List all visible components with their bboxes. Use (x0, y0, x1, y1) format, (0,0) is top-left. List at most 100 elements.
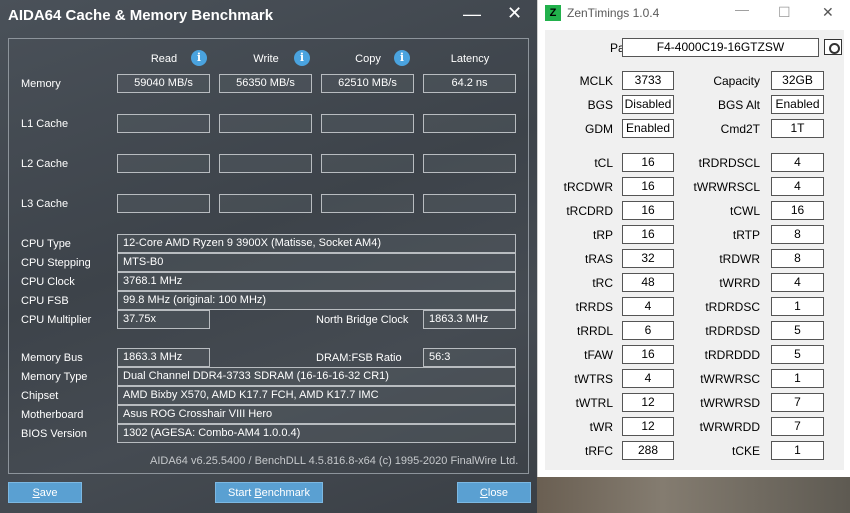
timings-label-right: tRDRDDD (704, 348, 760, 362)
timings-value-right: 1 (771, 441, 824, 460)
timings-label-left: tWTRL (575, 396, 613, 410)
timings-label-right: tRDWR (719, 252, 760, 266)
info-icon[interactable]: i (191, 50, 207, 66)
timings-label-left: tRP (592, 228, 613, 242)
l2-copy-value (321, 154, 414, 173)
timings-label-right: tRDRDSCL (698, 156, 760, 170)
timings-value-right: 8 (771, 249, 824, 268)
label-dram-fsb: DRAM:FSB Ratio (316, 352, 402, 364)
timings-label-left: tWTRS (574, 372, 613, 386)
label-cpu-clock: CPU Clock (21, 276, 75, 288)
timings-value-right: 7 (771, 417, 824, 436)
label-chipset: Chipset (21, 390, 59, 402)
timings-value-left: 288 (622, 441, 674, 460)
copyright-footer: AIDA64 v6.25.5400 / BenchDLL 4.5.816.8-x… (150, 455, 519, 467)
label-memory-bus: Memory Bus (21, 352, 83, 364)
timings-value-right: 1 (771, 369, 824, 388)
timings-value-left: 48 (622, 273, 674, 292)
timings-label-left: tFAW (584, 348, 613, 362)
value-cpu-clock: 3768.1 MHz (117, 272, 516, 291)
value-memory-bus: 1863.3 MHz (117, 348, 210, 367)
row-label-l3: L3 Cache (21, 198, 69, 210)
timings-value-left: 16 (622, 345, 674, 364)
timings-value-left: 12 (622, 393, 674, 412)
window-title: AIDA64 Cache & Memory Benchmark (8, 7, 274, 24)
memory-read-value: 59040 MB/s (117, 74, 210, 93)
general-value-right: 32GB (771, 71, 824, 90)
timings-label-left: tWR (589, 420, 613, 434)
general-value-right: Enabled (771, 95, 824, 114)
memory-copy-value: 62510 MB/s (321, 74, 414, 93)
timings-value-right: 4 (771, 153, 824, 172)
label-motherboard: Motherboard (21, 409, 84, 421)
start-benchmark-button[interactable]: Start Benchmark (215, 482, 323, 503)
timings-label-left: tCL (594, 156, 613, 170)
part-number-value: F4-4000C19-16GTZSW (622, 38, 819, 57)
minimize-icon[interactable]: — (463, 5, 481, 23)
value-nb-clock: 1863.3 MHz (423, 310, 516, 329)
l1-latency-value (423, 114, 516, 133)
zen-titlebar: Z ZenTimings 1.0.4 — ☐ ✕ (538, 0, 850, 26)
save-button[interactable]: Save (8, 482, 82, 503)
label-memory-type: Memory Type (21, 371, 88, 383)
timings-value-right: 7 (771, 393, 824, 412)
timings-value-left: 4 (622, 297, 674, 316)
general-value-left: Disabled (622, 95, 674, 114)
l2-read-value (117, 154, 210, 173)
timings-label-left: tRFC (585, 444, 613, 458)
timings-value-left: 12 (622, 417, 674, 436)
timings-value-right: 5 (771, 345, 824, 364)
timings-value-left: 4 (622, 369, 674, 388)
l3-copy-value (321, 194, 414, 213)
row-label-l1: L1 Cache (21, 118, 69, 130)
value-chipset: AMD Bixby X570, AMD K17.7 FCH, AMD K17.7… (117, 386, 516, 405)
timings-label-right: tWRWRSD (700, 396, 760, 410)
timings-value-right: 16 (771, 201, 824, 220)
close-label-post: lose (487, 487, 509, 499)
timings-label-right: tWRWRDD (699, 420, 760, 434)
l1-copy-value (321, 114, 414, 133)
general-label-right: BGS Alt (717, 98, 760, 112)
label-nb-clock: North Bridge Clock (316, 314, 409, 326)
value-cpu-stepping: MTS-B0 (117, 253, 516, 272)
general-value-right: 1T (771, 119, 824, 138)
timings-value-right: 4 (771, 177, 824, 196)
screenshot-icon[interactable] (824, 39, 842, 55)
timings-label-left: tRRDL (576, 324, 613, 338)
timings-label-right: tWRRD (719, 276, 760, 290)
timings-label-right: tWRWRSCL (693, 180, 760, 194)
l2-write-value (219, 154, 312, 173)
value-cpu-fsb: 99.8 MHz (original: 100 MHz) (117, 291, 516, 310)
maximize-icon[interactable]: ☐ (778, 4, 791, 21)
label-cpu-multiplier: CPU Multiplier (21, 314, 92, 326)
timings-label-right: tRTP (732, 228, 760, 242)
value-memory-type: Dual Channel DDR4-3733 SDRAM (16-16-16-3… (117, 367, 516, 386)
close-icon[interactable]: ✕ (822, 4, 834, 21)
aida64-window: AIDA64 Cache & Memory Benchmark — ✕ Read… (0, 0, 537, 513)
minimize-icon[interactable]: — (735, 1, 749, 17)
timings-label-left: tRCDWR (563, 180, 613, 194)
info-icon[interactable]: i (394, 50, 410, 66)
info-icon[interactable]: i (294, 50, 310, 66)
l2-latency-value (423, 154, 516, 173)
desktop-background (537, 477, 850, 513)
timings-value-left: 16 (622, 177, 674, 196)
value-bios: 1302 (AGESA: Combo-AM4 1.0.0.4) (117, 424, 516, 443)
timings-value-left: 16 (622, 201, 674, 220)
row-label-memory: Memory (21, 78, 61, 90)
memory-write-value: 56350 MB/s (219, 74, 312, 93)
row-label-l2: L2 Cache (21, 158, 69, 170)
close-button[interactable]: Close (457, 482, 531, 503)
general-label-left: MCLK (579, 74, 613, 88)
l3-write-value (219, 194, 312, 213)
close-icon[interactable]: ✕ (507, 4, 522, 22)
start-label-mnemonic: B (254, 487, 262, 499)
zen-window-title: ZenTimings 1.0.4 (567, 6, 660, 20)
l1-write-value (219, 114, 312, 133)
timings-value-right: 4 (771, 273, 824, 292)
timings-label-right: tCWL (730, 204, 760, 218)
zentimings-logo-icon: Z (545, 5, 561, 21)
general-label-right: Cmd2T (720, 122, 760, 136)
timings-label-right: tCKE (731, 444, 760, 458)
timings-value-right: 1 (771, 297, 824, 316)
